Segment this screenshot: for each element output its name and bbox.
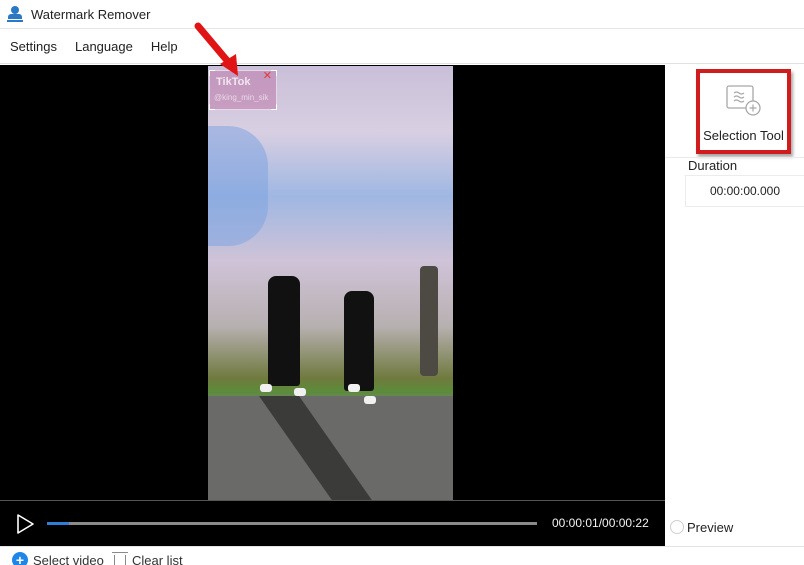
- video-tree-trunk: [420, 266, 438, 376]
- menu-bar: Settings Language Help: [0, 30, 804, 64]
- title-bar: Watermark Remover: [0, 0, 804, 29]
- duration-field[interactable]: 00:00:00.000: [685, 175, 804, 207]
- player-divider: [0, 500, 665, 501]
- play-icon[interactable]: [14, 513, 36, 535]
- video-shoe: [348, 384, 360, 392]
- selection-tool-icon: [726, 85, 761, 116]
- selection-tool-label: Selection Tool: [703, 128, 784, 143]
- duration-label: Duration: [688, 158, 738, 173]
- video-shoe: [294, 388, 306, 396]
- resize-handle[interactable]: [209, 104, 215, 110]
- preview-label[interactable]: Preview: [687, 520, 733, 535]
- select-video-label: Select video: [33, 552, 104, 565]
- tiktok-username-watermark: @king_min_sik: [214, 93, 269, 102]
- preview-radio[interactable]: [670, 520, 684, 534]
- stamp-icon: [7, 6, 23, 22]
- annotation-arrow-icon: [194, 22, 238, 76]
- right-panel: Selection Tool Duration 00:00:00.000 Pre…: [665, 65, 804, 546]
- menu-help[interactable]: Help: [151, 39, 178, 54]
- playback-progress: [47, 522, 70, 525]
- video-shoe: [364, 396, 376, 404]
- trash-icon: [112, 552, 128, 565]
- resize-handle[interactable]: [271, 104, 277, 110]
- menu-language[interactable]: Language: [75, 39, 133, 54]
- add-circle-icon: +: [12, 552, 28, 565]
- video-shoe: [260, 384, 272, 392]
- playback-timeline[interactable]: [47, 522, 537, 525]
- clear-list-label: Clear list: [132, 553, 183, 565]
- menu-settings[interactable]: Settings: [10, 39, 57, 54]
- selection-tool-button[interactable]: Selection Tool: [696, 69, 791, 154]
- time-readout: 00:00:01/00:00:22: [552, 516, 649, 530]
- bottom-toolbar: + Select video Clear list: [0, 546, 804, 565]
- video-sky: [208, 126, 268, 246]
- clear-list-button[interactable]: Clear list: [112, 552, 183, 565]
- video-player: 00:00:01/00:00:22: [0, 65, 665, 546]
- close-icon[interactable]: ✕: [263, 69, 272, 82]
- video-person: [268, 276, 300, 386]
- select-video-button[interactable]: + Select video: [12, 552, 104, 565]
- video-frame: [208, 66, 453, 500]
- video-person: [344, 291, 374, 391]
- window-title: Watermark Remover: [31, 6, 151, 22]
- watermark-remover-window: Watermark Remover Settings Language Help: [0, 0, 804, 565]
